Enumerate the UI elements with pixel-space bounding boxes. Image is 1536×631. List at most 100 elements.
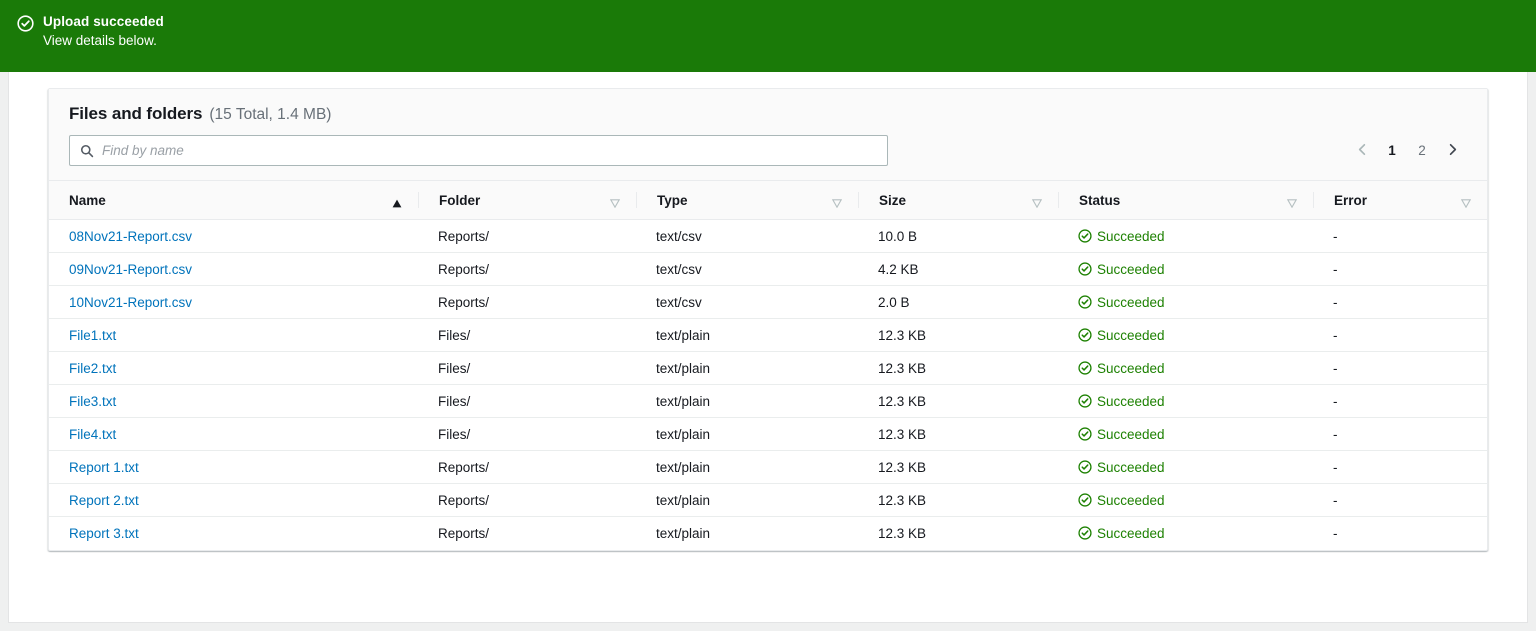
check-circle-icon — [1078, 295, 1092, 309]
column-header-size[interactable]: Size — [858, 181, 1058, 220]
column-header-name[interactable]: Name — [49, 181, 418, 220]
sort-descending-triangle-icon — [1032, 196, 1042, 205]
cell-error: - — [1313, 385, 1487, 418]
cell-error: - — [1313, 253, 1487, 286]
check-circle-icon — [1078, 493, 1092, 507]
cell-error: - — [1313, 319, 1487, 352]
check-circle-icon — [1078, 394, 1092, 408]
pagination-prev-button[interactable] — [1347, 136, 1377, 166]
cell-status: Succeeded — [1058, 418, 1313, 451]
sort-descending-triangle-icon — [832, 196, 842, 205]
cell-folder: Reports/ — [418, 220, 636, 253]
table-row: File1.txtFiles/text/plain12.3 KBSucceede… — [49, 319, 1487, 352]
file-link[interactable]: Report 3.txt — [69, 526, 139, 541]
search-box[interactable] — [69, 135, 888, 166]
file-link[interactable]: File4.txt — [69, 427, 116, 442]
cell-error: - — [1313, 352, 1487, 385]
table-row: File2.txtFiles/text/plain12.3 KBSucceede… — [49, 352, 1487, 385]
pagination-next-button[interactable] — [1437, 136, 1467, 166]
cell-size: 12.3 KB — [858, 319, 1058, 352]
table-row: File4.txt Files/text/plain12.3 KBSucceede… — [49, 418, 1487, 451]
banner-title: Upload succeeded — [43, 13, 164, 31]
cell-size: 12.3 KB — [858, 385, 1058, 418]
file-link[interactable]: Report 2.txt — [69, 493, 139, 508]
page-title: Files and folders — [69, 104, 202, 124]
cell-type: text/plain — [636, 385, 858, 418]
cell-status: Succeeded — [1058, 484, 1313, 517]
cell-name: File2.txt — [49, 352, 418, 385]
status-badge: Succeeded — [1097, 229, 1165, 244]
file-link[interactable]: File2.txt — [69, 361, 116, 376]
file-link[interactable]: File3.txt — [69, 394, 116, 409]
cell-name: File3.txt — [49, 385, 418, 418]
file-link[interactable]: File1.txt — [69, 328, 116, 343]
column-header-type[interactable]: Type — [636, 181, 858, 220]
table-controls: 1 2 — [69, 135, 1467, 166]
check-circle-icon — [1078, 262, 1092, 276]
cell-name: File4.txt — [49, 418, 418, 451]
error-value: - — [1333, 229, 1338, 244]
column-label: Name — [69, 193, 106, 208]
cell-error: - — [1313, 517, 1487, 550]
cell-status: Succeeded — [1058, 253, 1313, 286]
sort-descending-triangle-icon — [610, 196, 620, 205]
status-badge: Succeeded — [1097, 394, 1165, 409]
error-value: - — [1333, 295, 1338, 310]
cell-size: 10.0 B — [858, 220, 1058, 253]
table-body: 08Nov21-Report.csvReports/text/csv10.0 B… — [49, 220, 1487, 550]
item-counter: (15 Total, 1.4 MB) — [209, 106, 331, 124]
status-badge: Succeeded — [1097, 295, 1165, 310]
column-header-status[interactable]: Status — [1058, 181, 1313, 220]
column-label: Folder — [439, 193, 480, 208]
cell-name: Report 1.txt — [49, 451, 418, 484]
cell-status: Succeeded — [1058, 220, 1313, 253]
cell-folder: Files/ — [418, 352, 636, 385]
cell-type: text/plain — [636, 484, 858, 517]
cell-size: 12.3 KB — [858, 484, 1058, 517]
error-value: - — [1333, 262, 1338, 277]
cell-type: text/plain — [636, 451, 858, 484]
cell-size: 12.3 KB — [858, 451, 1058, 484]
search-input[interactable] — [102, 143, 877, 158]
column-label: Error — [1334, 193, 1367, 208]
cell-size: 4.2 KB — [858, 253, 1058, 286]
cell-folder: Files/ — [418, 319, 636, 352]
pagination-page-1[interactable]: 1 — [1377, 136, 1407, 166]
cell-name: Report 3.txt — [49, 517, 418, 550]
table-row: 09Nov21-Report.csvReports/text/csv4.2 KB… — [49, 253, 1487, 286]
cell-type: text/plain — [636, 418, 858, 451]
cell-size: 12.3 KB — [858, 418, 1058, 451]
cell-error: - — [1313, 220, 1487, 253]
upload-success-banner: Upload succeeded View details below. — [0, 0, 1536, 72]
cell-name: 08Nov21-Report.csv — [49, 220, 418, 253]
cell-folder: Files/ — [418, 418, 636, 451]
table-row: 08Nov21-Report.csvReports/text/csv10.0 B… — [49, 220, 1487, 253]
chevron-left-icon — [1355, 142, 1370, 160]
error-value: - — [1333, 460, 1338, 475]
search-wrapper — [69, 135, 888, 166]
file-link[interactable]: 08Nov21-Report.csv — [69, 229, 192, 244]
pagination-page-2[interactable]: 2 — [1407, 136, 1437, 166]
status-badge: Succeeded — [1097, 526, 1165, 541]
file-link[interactable]: 09Nov21-Report.csv — [69, 262, 192, 277]
column-header-folder[interactable]: Folder — [418, 181, 636, 220]
check-circle-icon — [1078, 526, 1092, 540]
sort-ascending-triangle-icon — [392, 196, 402, 205]
column-label: Type — [657, 193, 688, 208]
status-badge: Succeeded — [1097, 493, 1165, 508]
column-header-error[interactable]: Error — [1313, 181, 1487, 220]
check-circle-icon — [17, 15, 34, 32]
file-link[interactable]: Report 1.txt — [69, 460, 139, 475]
cell-size: 12.3 KB — [858, 352, 1058, 385]
cell-folder: Reports/ — [418, 517, 636, 550]
column-label: Size — [879, 193, 906, 208]
cell-status: Succeeded — [1058, 385, 1313, 418]
error-value: - — [1333, 361, 1338, 376]
check-circle-icon — [1078, 460, 1092, 474]
files-table: Name Folder — [49, 181, 1487, 550]
cell-size: 2.0 B — [858, 286, 1058, 319]
cell-error: - — [1313, 286, 1487, 319]
file-link[interactable]: 10Nov21-Report.csv — [69, 295, 192, 310]
cell-status: Succeeded — [1058, 451, 1313, 484]
files-and-folders-card: Files and folders (15 Total, 1.4 MB) — [48, 88, 1488, 551]
